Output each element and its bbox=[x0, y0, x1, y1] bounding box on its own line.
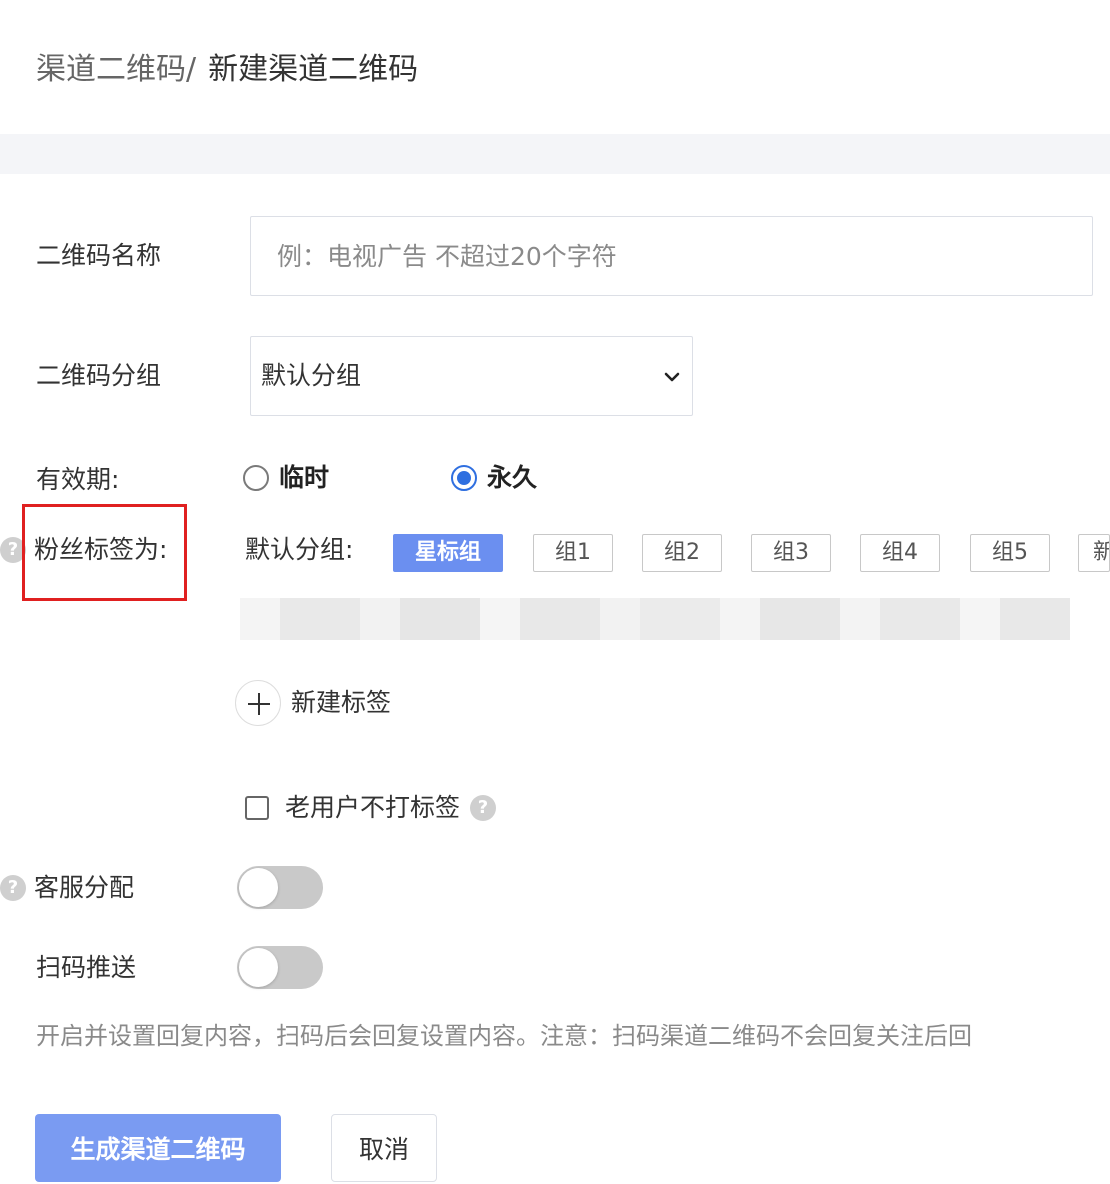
service-assign-label: 客服分配 bbox=[34, 873, 135, 902]
question-circle-icon[interactable]: ? bbox=[0, 875, 26, 901]
validity-radio-permanent[interactable]: 永久 bbox=[451, 462, 537, 494]
tag-chip-group-2[interactable]: 组2 bbox=[642, 534, 722, 572]
tag-chip-group-3[interactable]: 组3 bbox=[751, 534, 831, 572]
qrcode-group-selected: 默认分组 bbox=[261, 361, 362, 390]
chevron-down-icon bbox=[664, 372, 680, 382]
add-tag-button[interactable]: 新建标签 bbox=[235, 680, 391, 726]
validity-label: 有效期: bbox=[36, 465, 120, 494]
toggle-knob bbox=[239, 948, 278, 987]
new-channel-qrcode-page: 渠道二维码/ 新建渠道二维码 二维码名称 二维码分组 默认分组 有效期: 临时 永… bbox=[0, 0, 1110, 1184]
qrcode-name-input[interactable] bbox=[250, 216, 1093, 296]
scan-push-label: 扫码推送 bbox=[36, 953, 137, 982]
radio-checked-icon bbox=[451, 465, 477, 491]
highlight-box bbox=[22, 504, 187, 601]
tag-chip-group-5[interactable]: 组5 bbox=[970, 534, 1050, 572]
tag-chip-new-clipped[interactable]: 新 bbox=[1078, 534, 1110, 572]
toggle-knob bbox=[239, 868, 278, 907]
header-divider bbox=[0, 134, 1110, 174]
tag-chip-group-4[interactable]: 组4 bbox=[860, 534, 940, 572]
plus-circle-icon bbox=[235, 680, 281, 726]
old-user-no-tag-checkbox[interactable] bbox=[245, 796, 269, 820]
validity-option-label: 临时 bbox=[279, 463, 330, 492]
tag-chip-star-group[interactable]: 星标组 bbox=[393, 534, 503, 572]
service-assign-toggle[interactable] bbox=[237, 866, 323, 909]
cancel-button[interactable]: 取消 bbox=[331, 1114, 437, 1182]
question-circle-icon[interactable]: ? bbox=[470, 795, 497, 821]
validity-option-label: 永久 bbox=[487, 463, 538, 492]
old-user-no-tag-label: 老用户不打标签 bbox=[285, 793, 461, 822]
radio-unchecked-icon bbox=[243, 465, 269, 491]
breadcrumb-current: 新建渠道二维码 bbox=[208, 52, 419, 87]
old-user-no-tag-row: 老用户不打标签 ? bbox=[245, 792, 497, 824]
breadcrumb-separator: / bbox=[186, 52, 197, 87]
breadcrumb: 渠道二维码/ 新建渠道二维码 bbox=[36, 50, 418, 90]
breadcrumb-parent-link[interactable]: 渠道二维码 bbox=[36, 52, 186, 87]
qrcode-group-select[interactable]: 默认分组 bbox=[250, 336, 693, 416]
tag-group-label: 默认分组: bbox=[245, 535, 354, 564]
blurred-tag-row bbox=[240, 598, 1110, 640]
validity-radio-temporary[interactable]: 临时 bbox=[243, 462, 329, 494]
add-tag-label: 新建标签 bbox=[291, 688, 392, 717]
qrcode-group-label: 二维码分组 bbox=[36, 361, 162, 390]
qrcode-name-label: 二维码名称 bbox=[36, 241, 162, 270]
scan-push-notice: 开启并设置回复内容，扫码后会回复设置内容。注意：扫码渠道二维码不会回复关注后回 bbox=[36, 1022, 972, 1050]
tag-chip-group-1[interactable]: 组1 bbox=[533, 534, 613, 572]
scan-push-toggle[interactable] bbox=[237, 946, 323, 989]
generate-qrcode-button[interactable]: 生成渠道二维码 bbox=[35, 1114, 281, 1182]
